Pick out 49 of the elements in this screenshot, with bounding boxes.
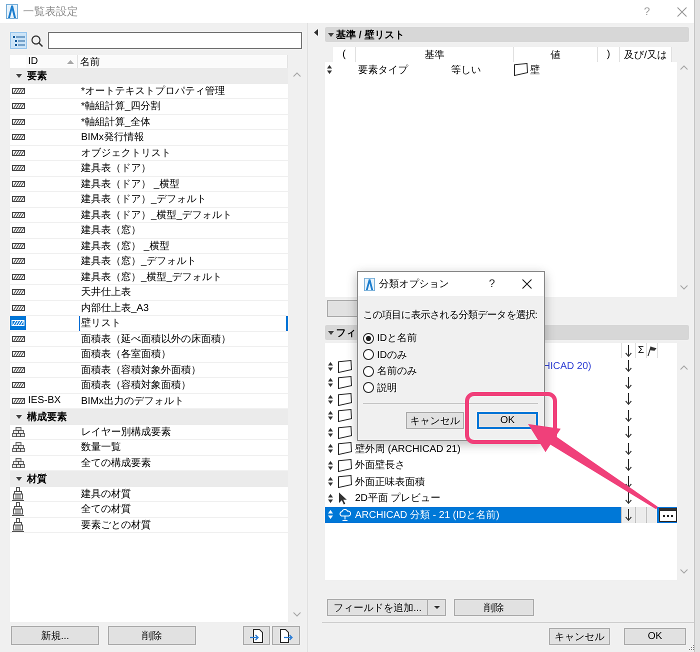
criteria-value: 壁 <box>530 64 540 76</box>
row-name: BIMx出力のデフォルト <box>81 394 184 408</box>
field-name: 壁外周 (ARCHICAD 21) <box>355 442 461 456</box>
row-name: 壁リスト <box>81 316 121 330</box>
row-name: 面積表（延べ面積以外の床面積） <box>81 332 231 346</box>
row-name: 天井仕上表 <box>81 286 131 300</box>
dialog-prompt: この項目に表示される分類データを選択: <box>363 310 538 322</box>
column-header: 値 <box>514 47 598 62</box>
field-name: 外面正味表面積 <box>355 476 425 489</box>
row-name: 建具表（窓）_横型_デフォルト <box>81 270 222 284</box>
column-header: 基準 <box>356 47 514 62</box>
row-name: 面積表（容積対象面積） <box>81 378 191 392</box>
section-title: フィ <box>336 326 356 340</box>
row-name: オブジェクトリスト <box>81 146 171 160</box>
row-name: *軸組計算_四分割 <box>81 100 160 114</box>
row-name: 建具表（ドア）_横型_デフォルト <box>81 208 232 222</box>
row-name: BIMx発行情報 <box>81 130 144 144</box>
column-header: ) <box>598 47 620 62</box>
row-name: 数量一覧 <box>81 441 121 454</box>
row-name: *オートテキストプロパティ管理 <box>81 84 225 98</box>
row-name: レイヤー別構成要素 <box>81 426 171 439</box>
row-name: 建具表（ドア） <box>81 162 151 176</box>
section-title: 基準 / 壁リスト <box>336 28 404 42</box>
group-label: 材質 <box>27 472 47 486</box>
column-header: 及び/又は <box>620 47 672 62</box>
row-name: 全ての材質 <box>81 502 131 516</box>
field-name: 2D平面 プレビュー <box>355 492 441 506</box>
group-label: 構成要素 <box>27 410 67 424</box>
row-name: 建具表（窓）_デフォルト <box>81 254 197 268</box>
row-id: IES-BX <box>28 395 61 406</box>
row-name: *軸組計算_全体 <box>81 116 150 129</box>
row-name: 要素ごとの材質 <box>81 518 151 532</box>
row-name: 内部仕上表_A3 <box>81 302 149 315</box>
criteria-property: 要素タイプ <box>358 64 408 76</box>
row-name: 面積表（容積対象外面積） <box>81 364 201 377</box>
row-name: 面積表（各室面積） <box>81 348 171 362</box>
criteria-operator: 等しい <box>451 64 481 76</box>
dialog-title: 分類オプション <box>379 278 449 291</box>
row-name: 全ての構成要素 <box>81 456 151 470</box>
row-name: 建具の材質 <box>81 488 131 501</box>
row-name: 建具表（ドア） _横型 <box>81 178 180 191</box>
row-name: 建具表（窓） <box>81 224 141 238</box>
row-name: 建具表（窓） _横型 <box>81 240 170 253</box>
window-title: 一覧表設定 <box>23 4 78 19</box>
row-name: 建具表（ドア）_デフォルト <box>81 192 207 206</box>
group-label: 要素 <box>27 70 47 83</box>
field-name: ARCHICAD 分類 - 21 (IDと名前) <box>355 508 500 522</box>
field-name: 外面壁長さ <box>355 458 405 472</box>
column-header: ( <box>333 47 356 62</box>
